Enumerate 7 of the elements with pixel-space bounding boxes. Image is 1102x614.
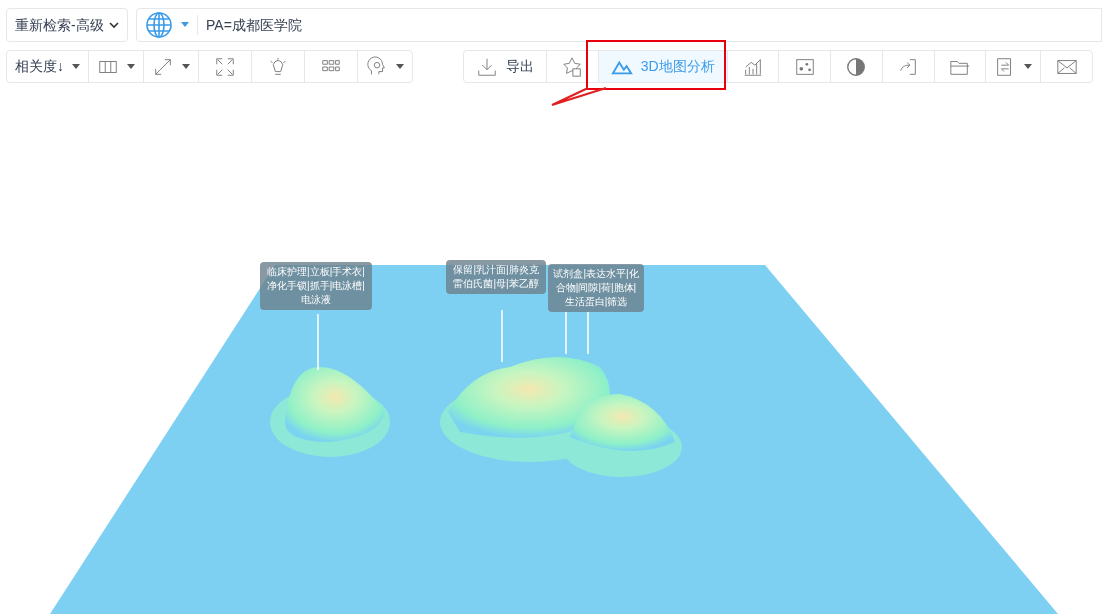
keyword-label: 保留|乳汁面|肺炎克雷伯氏菌|母|苯乙醇 [446, 260, 546, 294]
keyword-label: 试剂盒|表达水平|化合物|间隙|荷|胞体|生活蛋白|筛选 [548, 264, 644, 312]
download-button[interactable]: 导出 [464, 51, 547, 82]
search-field[interactable]: PA=成都医学院 [136, 8, 1102, 42]
keyword-label: 临床护理|立板|手术衣|净化手锁|抓手|电泳槽|电泳液 [260, 262, 372, 310]
scope-dropdown[interactable]: 重新检索-高级 [6, 8, 128, 42]
sort-button[interactable]: 相关度↓ [7, 51, 89, 82]
